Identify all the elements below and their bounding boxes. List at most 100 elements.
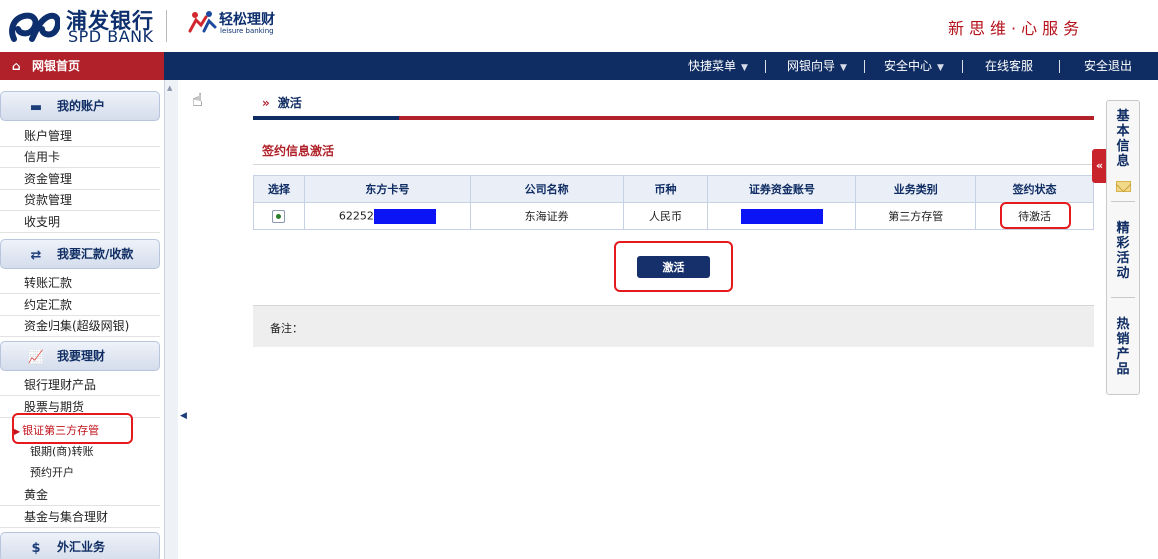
spd-logo-icon bbox=[9, 12, 60, 42]
dropdown-arrow-icon: ▼ bbox=[937, 63, 944, 73]
home-tab[interactable]: ⌂ 网银首页 bbox=[0, 52, 164, 80]
nav-quick-menu-label: 快捷菜单 bbox=[688, 59, 737, 73]
collapse-sidebar-arrow-icon[interactable]: ◀ bbox=[180, 411, 187, 421]
hand-cursor-icon: ☝ bbox=[192, 90, 203, 111]
nav-security-center-label: 安全中心 bbox=[884, 59, 933, 73]
title-underline-red bbox=[399, 116, 1094, 120]
float-panel: 基本信息 精彩活动 热销产品 bbox=[1106, 100, 1140, 395]
redacted-card-number bbox=[373, 208, 436, 224]
sidebar-subitem-appointment[interactable]: 预约开户 bbox=[30, 463, 74, 483]
float-separator bbox=[1111, 201, 1135, 202]
sidebar-section-transfer[interactable]: ⇄ 我要汇款/收款 bbox=[0, 239, 160, 269]
sidebar-item-statement[interactable]: 收支明 bbox=[0, 212, 160, 233]
mail-icon[interactable] bbox=[1116, 181, 1131, 192]
row-radio-button[interactable] bbox=[272, 209, 286, 223]
nav-logout[interactable]: 安全退出 bbox=[1084, 52, 1132, 80]
sidebar-scrollbar[interactable]: ▲ bbox=[164, 80, 178, 559]
col-header-select: 选择 bbox=[253, 175, 305, 203]
sidebar-section-forex[interactable]: $ 外汇业务 bbox=[0, 532, 160, 559]
sidebar-item-credit-card[interactable]: 信用卡 bbox=[0, 147, 160, 168]
float-item-activities[interactable]: 精彩活动 bbox=[1107, 221, 1139, 281]
home-tab-label: 网银首页 bbox=[32, 59, 81, 73]
col-header-business-type: 业务类别 bbox=[855, 175, 977, 203]
float-panel-toggle[interactable]: « bbox=[1092, 149, 1107, 183]
nav-separator bbox=[864, 60, 865, 73]
company-cell: 东海证券 bbox=[469, 202, 624, 230]
card-number-cell: 62252 bbox=[303, 202, 471, 230]
float-separator bbox=[1111, 297, 1135, 298]
securities-account-cell bbox=[707, 202, 857, 230]
sidebar-item-fund-management[interactable]: 资金管理 bbox=[0, 169, 160, 190]
sidebar-section-label: 外汇业务 bbox=[57, 540, 106, 554]
col-header-securities-account: 证券资金账号 bbox=[707, 175, 857, 203]
sidebar-section-label: 我要汇款/收款 bbox=[57, 247, 134, 261]
sidebar-section-label: 我的账户 bbox=[57, 99, 106, 113]
dropdown-arrow-icon: ▼ bbox=[840, 63, 847, 73]
table-row: 62252 东海证券 人民币 第三方存管 待激活 bbox=[253, 202, 1094, 230]
nav-separator bbox=[1059, 60, 1060, 73]
breadcrumb: » 激活 bbox=[262, 94, 302, 111]
sidebar-item-funds[interactable]: 基金与集合理财 bbox=[0, 507, 160, 528]
sidebar-item-scheduled-transfer[interactable]: 约定汇款 bbox=[0, 295, 160, 316]
sidebar-section-label: 我要理财 bbox=[57, 349, 106, 363]
float-item-basic-info[interactable]: 基本信息 bbox=[1107, 109, 1139, 169]
title-underline-blue bbox=[253, 116, 399, 120]
logo-divider bbox=[166, 10, 167, 42]
currency-cell: 人民币 bbox=[622, 202, 709, 230]
note-box: 备注： bbox=[253, 305, 1094, 347]
business-type-cell: 第三方存管 bbox=[855, 202, 977, 230]
float-item-hot-products[interactable]: 热销产品 bbox=[1107, 317, 1139, 377]
product-name: 轻松理财 bbox=[219, 12, 275, 28]
bank-name-en: SPD BANK bbox=[68, 27, 154, 46]
highlight-box-status bbox=[1000, 202, 1071, 229]
dollar-icon: $ bbox=[31, 541, 41, 556]
scroll-up-arrow-icon[interactable]: ▲ bbox=[167, 84, 172, 92]
signing-info-table: 选择 东方卡号 公司名称 币种 证券资金账号 业务类别 签约状态 62252 东… bbox=[253, 175, 1094, 230]
redacted-securities-account bbox=[740, 208, 823, 224]
sidebar-item-loan-management[interactable]: 贷款管理 bbox=[0, 190, 160, 211]
nav-separator bbox=[765, 60, 766, 73]
sidebar-item-bank-wealth-products[interactable]: 银行理财产品 bbox=[0, 375, 160, 396]
float-item-label: 基本信息 bbox=[1116, 109, 1130, 169]
card-icon: ▬ bbox=[29, 100, 43, 115]
highlight-box-sidebar bbox=[12, 413, 133, 444]
sidebar: ▬ 我的账户 账户管理 信用卡 资金管理 贷款管理 收支明 ⇄ 我要汇款/收款 … bbox=[0, 80, 164, 559]
nav-quick-menu[interactable]: 快捷菜单 ▼ bbox=[688, 52, 748, 80]
home-icon: ⌂ bbox=[12, 59, 21, 73]
float-item-label: 热销产品 bbox=[1116, 317, 1130, 377]
sidebar-subitem-futures-transfer[interactable]: 银期(商)转账 bbox=[30, 442, 94, 462]
sidebar-item-transfer[interactable]: 转账汇款 bbox=[0, 273, 160, 294]
table-header-row: 选择 东方卡号 公司名称 币种 证券资金账号 业务类别 签约状态 bbox=[253, 175, 1094, 203]
dropdown-arrow-icon: ▼ bbox=[741, 63, 748, 73]
sidebar-section-wealth[interactable]: 📈 我要理财 bbox=[0, 341, 160, 371]
note-label: 备注： bbox=[270, 322, 303, 335]
card-number-prefix: 62252 bbox=[338, 209, 374, 222]
col-header-currency: 币种 bbox=[622, 175, 709, 203]
leisure-banking-icon bbox=[188, 11, 217, 33]
nav-security-center[interactable]: 安全中心 ▼ bbox=[884, 52, 944, 80]
section-title: 签约信息激活 bbox=[262, 144, 335, 158]
highlight-box-activate bbox=[614, 241, 733, 292]
col-header-status: 签约状态 bbox=[975, 175, 1094, 203]
nav-online-service[interactable]: 在线客服 bbox=[985, 52, 1033, 80]
col-header-card-number: 东方卡号 bbox=[303, 175, 471, 203]
sidebar-section-my-account[interactable]: ▬ 我的账户 bbox=[0, 91, 160, 121]
slogan: 新思维·心服务 bbox=[948, 19, 1085, 38]
nav-guide[interactable]: 网银向导 ▼ bbox=[787, 52, 847, 80]
sidebar-item-fund-collection[interactable]: 资金归集(超级网银) bbox=[0, 316, 160, 337]
sidebar-item-gold[interactable]: 黄金 bbox=[0, 485, 160, 506]
col-header-company: 公司名称 bbox=[469, 175, 624, 203]
header: 浦发银行 SPD BANK 轻松理财 leisure banking 新思维·心… bbox=[0, 0, 1158, 52]
product-name-en: leisure banking bbox=[220, 27, 274, 35]
breadcrumb-label: 激活 bbox=[277, 96, 302, 110]
section-divider bbox=[253, 164, 1094, 165]
top-nav: ⌂ 网银首页 快捷菜单 ▼ 网银向导 ▼ 安全中心 ▼ 在线客服 安全退出 bbox=[0, 52, 1158, 80]
sidebar-item-account-management[interactable]: 账户管理 bbox=[0, 126, 160, 147]
nav-separator bbox=[962, 60, 963, 73]
nav-guide-label: 网银向导 bbox=[787, 59, 836, 73]
float-item-label: 精彩活动 bbox=[1116, 221, 1130, 281]
select-cell bbox=[253, 202, 305, 230]
transfer-icon: ⇄ bbox=[30, 248, 42, 263]
chart-icon: 📈 bbox=[27, 350, 45, 365]
double-chevron-icon: » bbox=[262, 96, 270, 110]
